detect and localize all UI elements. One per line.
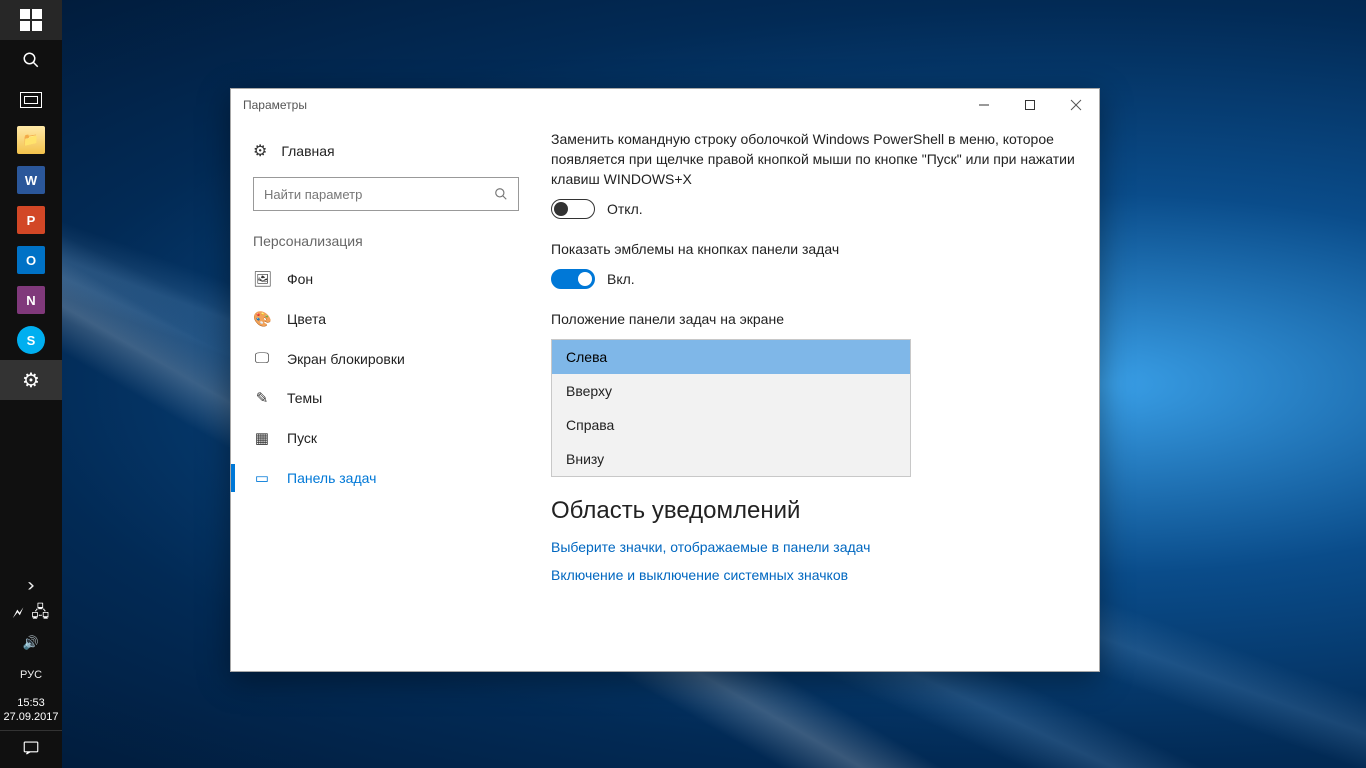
sidebar-item-colors[interactable]: 🎨 Цвета bbox=[231, 299, 541, 339]
action-center-icon bbox=[22, 739, 40, 757]
link-select-taskbar-icons[interactable]: Выберите значки, отображаемые в панели з… bbox=[551, 539, 1077, 555]
taskbar-clock[interactable]: 15:53 27.09.2017 bbox=[3, 692, 58, 728]
toggle-state-label: Вкл. bbox=[607, 271, 635, 287]
sidebar-item-label: Панель задач bbox=[287, 470, 376, 486]
action-center-button[interactable] bbox=[0, 730, 62, 764]
setting-show-badges: Показать эмблемы на кнопках панели задач… bbox=[551, 239, 1077, 289]
window-title: Параметры bbox=[243, 98, 307, 112]
task-view-button[interactable] bbox=[0, 80, 62, 120]
taskbar-spacer bbox=[0, 400, 62, 570]
sidebar-home-label: Главная bbox=[281, 143, 334, 159]
search-icon bbox=[494, 187, 508, 201]
setting-label: Показать эмблемы на кнопках панели задач bbox=[551, 239, 1077, 259]
sidebar-item-background[interactable]: 🖼 Фон bbox=[231, 259, 541, 299]
toggle-knob bbox=[578, 272, 592, 286]
settings-content: Заменить командную строку оболочкой Wind… bbox=[541, 121, 1099, 671]
sidebar-search-wrap: Найти параметр bbox=[231, 171, 541, 225]
sidebar-item-lockscreen[interactable]: 🖵 Экран блокировки bbox=[231, 339, 541, 378]
gear-icon: ⚙ bbox=[22, 368, 40, 393]
sidebar-section-label: Персонализация bbox=[231, 225, 541, 259]
clock-time: 15:53 bbox=[3, 696, 58, 710]
link-system-icons-toggle[interactable]: Включение и выключение системных значков bbox=[551, 567, 1077, 583]
volume-button[interactable]: 🔊 bbox=[0, 628, 62, 658]
tray-overflow-button[interactable]: › bbox=[0, 570, 62, 600]
toggle-powershell[interactable] bbox=[551, 199, 595, 219]
windows-logo-icon bbox=[20, 9, 42, 31]
outlook-icon: O bbox=[17, 246, 45, 274]
picture-icon: 🖼 bbox=[253, 270, 271, 288]
folder-icon: 📁 bbox=[17, 126, 45, 154]
palette-icon: 🎨 bbox=[253, 310, 271, 328]
start-button[interactable] bbox=[0, 0, 62, 40]
gear-icon: ⚙ bbox=[253, 141, 267, 161]
setting-taskbar-position: Положение панели задач на экране Слева В… bbox=[551, 309, 1077, 477]
sidebar-home[interactable]: ⚙ Главная bbox=[231, 131, 541, 171]
toggle-state-label: Откл. bbox=[607, 201, 643, 217]
sidebar-item-themes[interactable]: ✎ Темы bbox=[231, 378, 541, 418]
lockscreen-icon: 🖵 bbox=[253, 350, 271, 367]
search-button[interactable] bbox=[0, 40, 62, 80]
chevron-right-icon: › bbox=[27, 575, 34, 596]
dropdown-option-top[interactable]: Вверху bbox=[552, 374, 910, 408]
settings-window: Параметры ⚙ Главная Найти параметр Персо… bbox=[230, 88, 1100, 672]
taskbar-app-file-explorer[interactable]: 📁 bbox=[0, 120, 62, 160]
setting-label: Положение панели задач на экране bbox=[551, 309, 1077, 329]
window-minimize-button[interactable] bbox=[961, 89, 1007, 121]
sidebar-item-taskbar[interactable]: ▭ Панель задач bbox=[231, 458, 541, 498]
sidebar-item-label: Цвета bbox=[287, 311, 326, 327]
sidebar-item-start[interactable]: ▦ Пуск bbox=[231, 418, 541, 458]
input-language-button[interactable]: РУС bbox=[0, 660, 62, 690]
themes-icon: ✎ bbox=[253, 389, 271, 407]
settings-search-input[interactable]: Найти параметр bbox=[253, 177, 519, 211]
battery-icon[interactable]: 🗲 bbox=[13, 605, 24, 623]
dropdown-option-bottom[interactable]: Внизу bbox=[552, 442, 910, 476]
taskbar-app-powerpoint[interactable]: P bbox=[0, 200, 62, 240]
window-close-button[interactable] bbox=[1053, 89, 1099, 121]
taskbar-app-onenote[interactable]: N bbox=[0, 280, 62, 320]
taskbar-app-outlook[interactable]: O bbox=[0, 240, 62, 280]
clock-date: 27.09.2017 bbox=[3, 710, 58, 724]
toggle-knob bbox=[554, 202, 568, 216]
setting-label: Заменить командную строку оболочкой Wind… bbox=[551, 129, 1077, 189]
sidebar-item-label: Темы bbox=[287, 390, 322, 406]
powerpoint-icon: P bbox=[17, 206, 45, 234]
sidebar-item-label: Пуск bbox=[287, 430, 317, 446]
network-icon[interactable]: 🖧 bbox=[31, 601, 49, 628]
taskbar-app-settings[interactable]: ⚙ bbox=[0, 360, 62, 400]
taskbar-top: 📁 W P O N S ⚙ bbox=[0, 0, 62, 400]
taskbar-position-dropdown[interactable]: Слева Вверху Справа Внизу bbox=[551, 339, 911, 477]
sidebar-item-label: Экран блокировки bbox=[287, 351, 405, 367]
window-maximize-button[interactable] bbox=[1007, 89, 1053, 121]
skype-icon: S bbox=[17, 326, 45, 354]
taskbar-icon: ▭ bbox=[253, 469, 271, 487]
word-icon: W bbox=[17, 166, 45, 194]
taskbar-app-word[interactable]: W bbox=[0, 160, 62, 200]
dropdown-option-right[interactable]: Справа bbox=[552, 408, 910, 442]
start-menu-icon: ▦ bbox=[253, 429, 271, 447]
onenote-icon: N bbox=[17, 286, 45, 314]
system-tray: › 🗲 🖧 🔊 РУС 15:53 27.09.2017 bbox=[0, 570, 62, 768]
settings-sidebar: ⚙ Главная Найти параметр Персонализация … bbox=[231, 121, 541, 671]
sidebar-item-label: Фон bbox=[287, 271, 313, 287]
taskbar: 📁 W P O N S ⚙ › 🗲 🖧 🔊 РУС 15:53 27.09.20… bbox=[0, 0, 62, 768]
dropdown-option-left[interactable]: Слева bbox=[552, 340, 910, 374]
setting-powershell-replace: Заменить командную строку оболочкой Wind… bbox=[551, 129, 1077, 219]
search-placeholder: Найти параметр bbox=[264, 187, 362, 202]
window-body: ⚙ Главная Найти параметр Персонализация … bbox=[231, 121, 1099, 671]
window-titlebar[interactable]: Параметры bbox=[231, 89, 1099, 121]
taskbar-app-skype[interactable]: S bbox=[0, 320, 62, 360]
maximize-icon bbox=[1024, 99, 1036, 111]
search-icon bbox=[22, 51, 40, 69]
notification-area-heading: Область уведомлений bbox=[551, 497, 1077, 525]
toggle-badges[interactable] bbox=[551, 269, 595, 289]
close-icon bbox=[1070, 99, 1082, 111]
task-view-icon bbox=[20, 92, 42, 108]
minimize-icon bbox=[978, 99, 990, 111]
speaker-icon: 🔊 bbox=[23, 635, 39, 651]
